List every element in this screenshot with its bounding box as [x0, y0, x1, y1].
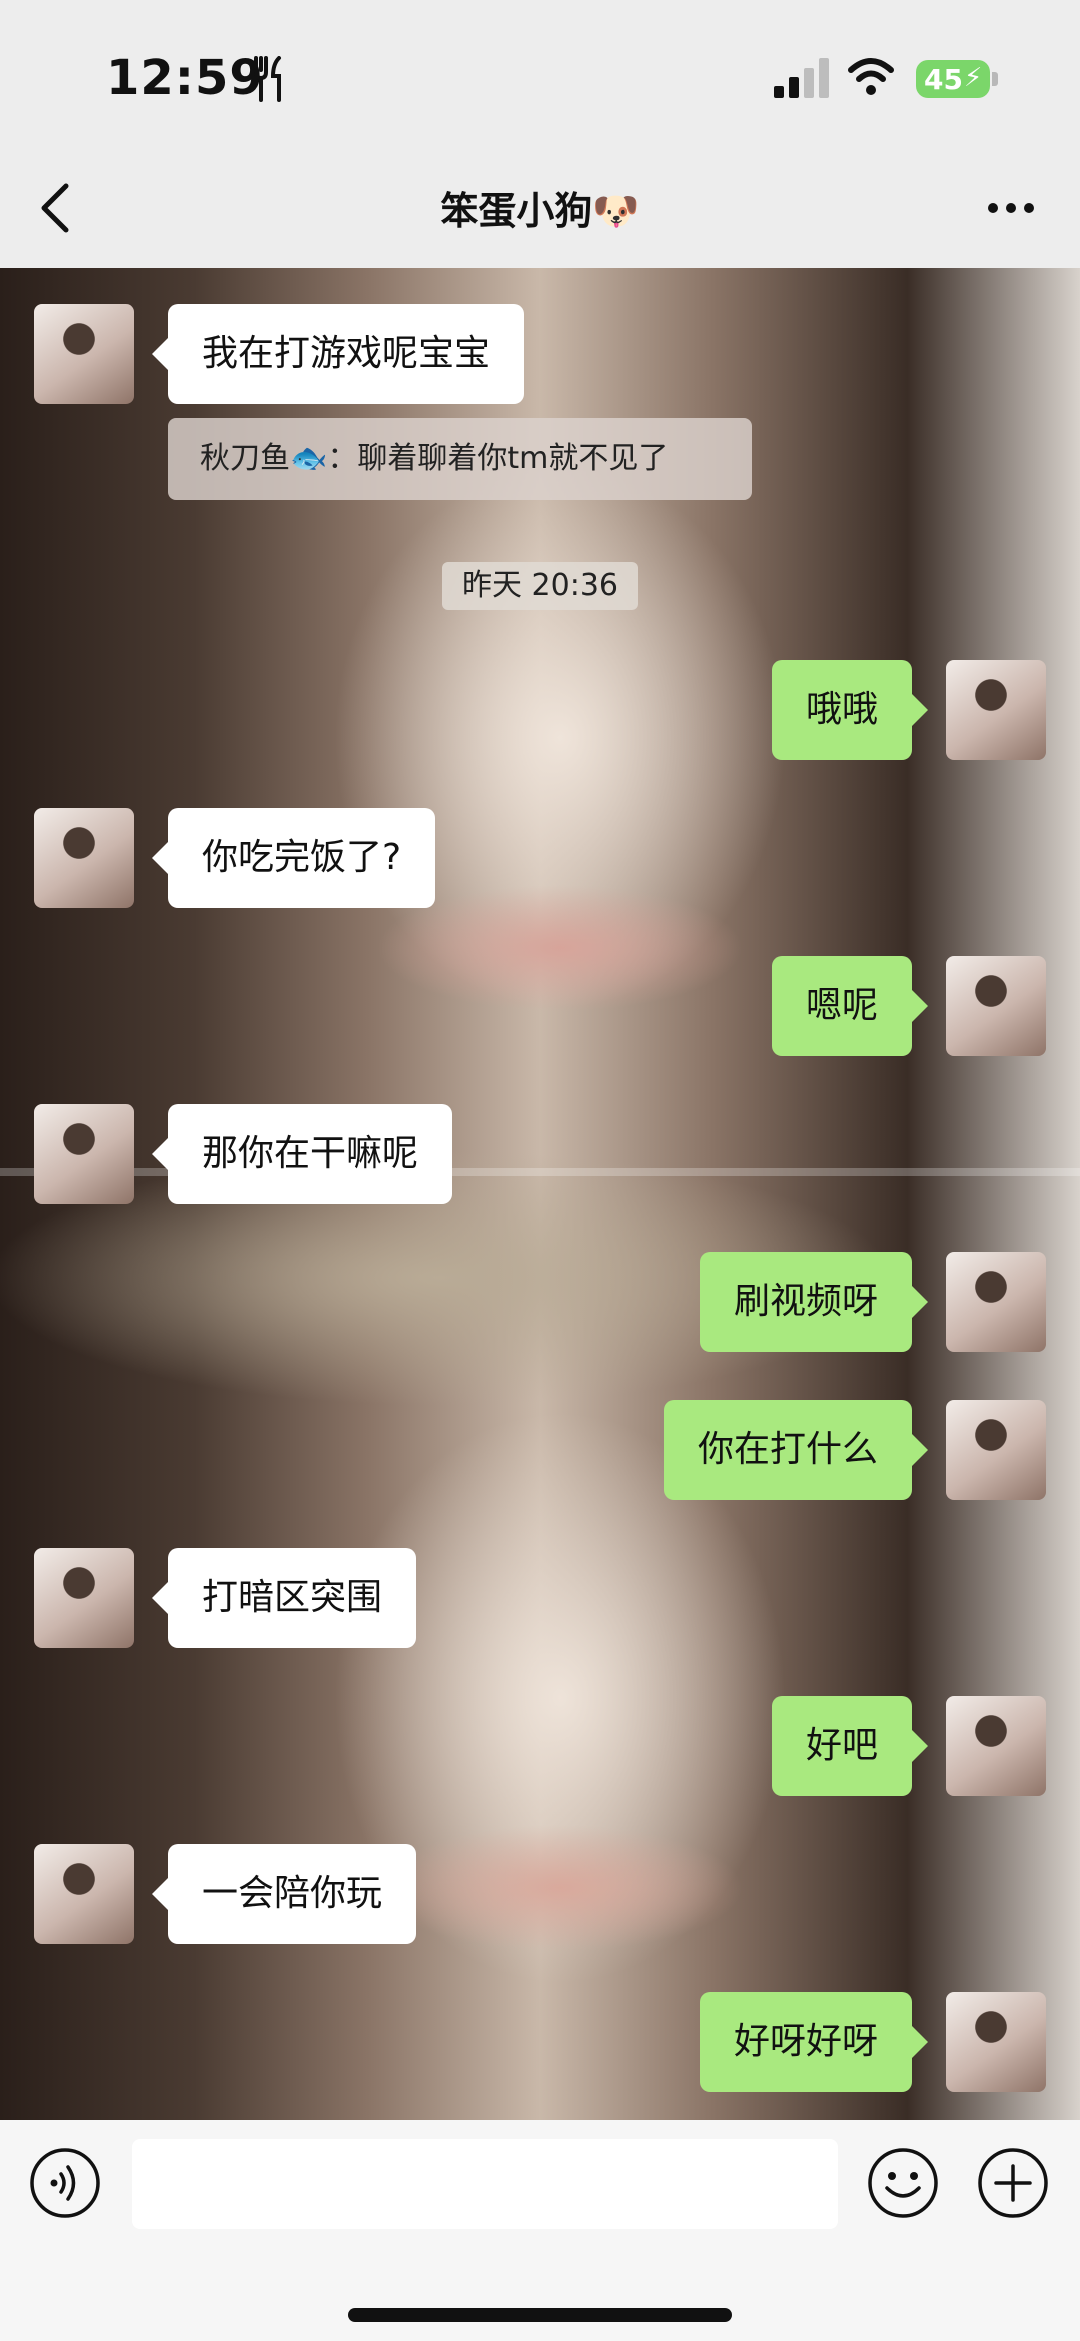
input-bar: [0, 2120, 1080, 2341]
my-avatar[interactable]: [946, 1252, 1046, 1352]
incoming-message[interactable]: 打暗区突围: [151, 1548, 417, 1648]
fork-knife-icon: [254, 56, 281, 102]
incoming-message[interactable]: 你吃完饭了?: [151, 808, 436, 908]
home-indicator[interactable]: [348, 2308, 732, 2322]
outgoing-message[interactable]: 哦哦: [771, 660, 929, 760]
status-time: 12:59: [106, 50, 264, 106]
outgoing-message[interactable]: 刷视频呀: [699, 1252, 929, 1352]
chat-title[interactable]: 笨蛋小狗🐶: [0, 180, 1080, 235]
outgoing-message[interactable]: 好吧: [771, 1696, 929, 1796]
wifi-icon: [848, 58, 894, 95]
incoming-message[interactable]: 我在打游戏呢宝宝: [151, 304, 525, 404]
chat-area[interactable]: 我在打游戏呢宝宝 秋刀鱼🐟：聊着聊着你tm就不见了 昨天 20:36 哦哦 你吃…: [0, 268, 1080, 2120]
chat-header: 笨蛋小狗🐶: [0, 150, 1080, 268]
voice-icon[interactable]: [28, 2146, 102, 2220]
message-input[interactable]: [132, 2139, 838, 2229]
my-avatar[interactable]: [946, 1696, 1046, 1796]
outgoing-message[interactable]: 好呀好呀: [699, 1992, 929, 2092]
message-timestamp: 昨天 20:36: [442, 562, 638, 610]
outgoing-message[interactable]: 嗯呢: [771, 956, 929, 1056]
my-avatar[interactable]: [946, 1992, 1046, 2092]
incoming-message[interactable]: 一会陪你玩: [151, 1844, 417, 1944]
my-avatar[interactable]: [946, 660, 1046, 760]
contact-avatar[interactable]: [34, 1844, 134, 1944]
contact-avatar[interactable]: [34, 1548, 134, 1648]
charging-bolt-icon: ⚡: [964, 63, 983, 93]
contact-avatar[interactable]: [34, 808, 134, 908]
my-avatar[interactable]: [946, 1400, 1046, 1500]
more-dots-icon[interactable]: [986, 200, 1036, 216]
quoted-message[interactable]: 秋刀鱼🐟：聊着聊着你tm就不见了: [168, 418, 752, 500]
contact-avatar[interactable]: [34, 1104, 134, 1204]
battery-indicator: 45 ⚡: [916, 60, 990, 98]
battery-cap: [992, 72, 998, 86]
outgoing-message[interactable]: 你在打什么: [663, 1400, 929, 1500]
battery-level: 45: [924, 63, 963, 96]
status-bar: 12:59 45 ⚡: [0, 0, 1080, 150]
smiley-icon[interactable]: [866, 2146, 940, 2220]
contact-avatar[interactable]: [34, 304, 134, 404]
incoming-message[interactable]: 那你在干嘛呢: [151, 1104, 453, 1204]
cellular-signal-icon: [774, 58, 829, 98]
my-avatar[interactable]: [946, 956, 1046, 1056]
plus-circle-icon[interactable]: [976, 2146, 1050, 2220]
